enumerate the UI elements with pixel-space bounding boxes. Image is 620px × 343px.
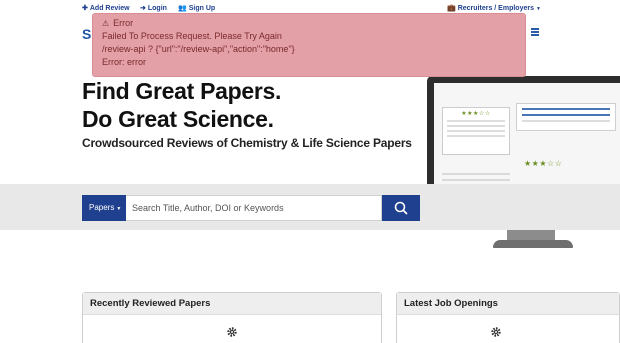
search-input[interactable]	[126, 195, 382, 221]
login-link[interactable]: ➜ Login	[140, 4, 167, 12]
recruiters-menu[interactable]: 💼 Recruiters / Employers ▼	[447, 4, 541, 12]
hero-tagline: Crowdsourced Reviews of Chemistry & Life…	[82, 136, 412, 150]
paper-title-graphic	[516, 103, 616, 131]
site-logo[interactable]: S	[82, 26, 91, 42]
job-openings-panel: Latest Job Openings	[396, 292, 620, 343]
warning-icon: ⚠	[102, 19, 110, 28]
loading-gear-icon	[227, 327, 237, 337]
page: ✚ Add Review ➜ Login 👥 Sign Up 💼 Recruiters …	[0, 0, 620, 343]
panel-title: Recently Reviewed Papers	[83, 293, 381, 315]
star-rating-icon: ★★★☆☆	[461, 111, 491, 117]
monitor-base	[493, 240, 573, 248]
users-icon: 👥	[178, 5, 187, 12]
hero-heading-line1: Find Great Papers.	[82, 78, 282, 104]
loading-gear-icon	[491, 327, 501, 337]
hamburger-menu-icon[interactable]	[531, 28, 539, 36]
alert-title: Error	[113, 18, 134, 28]
rating-card-graphic: ★★★☆☆	[442, 107, 510, 155]
error-alert: ⚠ Error Failed To Process Request. Please…	[92, 13, 526, 77]
alert-message-line: Error: error	[102, 57, 147, 67]
search-icon	[394, 201, 408, 215]
plus-icon: ✚	[82, 5, 88, 12]
briefcase-icon: 💼	[447, 5, 456, 12]
hero-heading-line2: Do Great Science.	[82, 106, 274, 132]
caret-down-icon: ▼	[535, 6, 541, 12]
login-icon: ➜	[140, 5, 146, 12]
star-rating-icon: ★★★☆☆	[524, 159, 563, 168]
search-bar: Papers ▼	[82, 195, 420, 221]
panel-title: Latest Job Openings	[397, 293, 619, 315]
recently-reviewed-panel: Recently Reviewed Papers	[82, 292, 382, 343]
search-button[interactable]	[382, 195, 420, 221]
signup-link[interactable]: 👥 Sign Up	[178, 4, 215, 12]
add-review-link[interactable]: ✚ Add Review	[82, 4, 130, 12]
search-type-dropdown[interactable]: Papers ▼	[82, 195, 126, 221]
alert-message-line: Failed To Process Request. Please Try Ag…	[102, 31, 282, 41]
alert-message-line: /review-api ? {"url":"/review-api","acti…	[102, 44, 295, 54]
caret-down-icon: ▼	[116, 206, 122, 212]
